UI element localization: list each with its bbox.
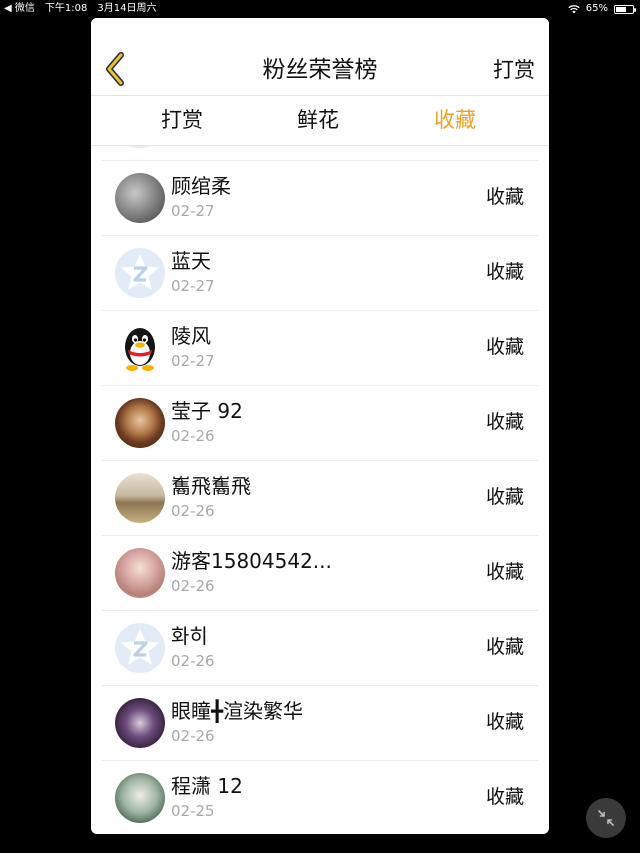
fan-honor-card: 粉丝荣誉榜 打赏 打赏 鲜花 收藏 02-27 顾绾柔 02-27 收藏 蓝天 [91,18,549,834]
item-action: 收藏 [485,786,524,808]
item-action: 收藏 [485,411,524,433]
status-time: 下午1:08 [44,3,88,14]
item-action: 收藏 [485,636,524,658]
list-item[interactable]: 程潇 12 02-25 收藏 [102,761,538,834]
item-action: 收藏 [485,486,524,508]
item-date: 02-27 [171,352,215,370]
item-date: 02-26 [171,652,215,670]
page-title: 粉丝荣誉榜 [262,57,378,83]
collapse-arrows-icon [598,810,614,826]
item-date: 02-27 [171,277,215,295]
minimize-floating-button[interactable] [586,798,626,838]
list-item[interactable]: 雟飛雟飛 02-26 收藏 [102,461,538,536]
item-date: 02-26 [171,502,215,520]
item-date: 02-26 [171,577,215,595]
item-name: 雟飛雟飛 [171,474,251,498]
list-item[interactable]: 蓝天 02-27 收藏 [102,236,538,311]
status-bar: ◀ 微信 下午1:08 3月14日周六 65% [0,0,640,18]
fan-list[interactable]: 02-27 顾绾柔 02-27 收藏 蓝天 02-27 收藏 [91,146,549,834]
list-item[interactable]: 陵风 02-27 收藏 [102,311,538,386]
item-date: 02-26 [171,727,215,745]
tab-bar: 打赏 鲜花 收藏 [91,96,549,146]
list-item[interactable]: 화히 02-26 收藏 [102,611,538,686]
item-name: 陵风 [171,324,211,348]
item-action: 收藏 [485,261,524,283]
back-to-app-link[interactable]: ◀ 微信 [4,0,35,18]
item-name: 顾绾柔 [171,174,231,198]
item-date: 02-26 [171,427,215,445]
avatar [115,623,165,673]
item-name: 程潇 12 [171,774,243,798]
tab-reward[interactable]: 打赏 [161,106,203,134]
item-date: 02-27 [171,202,215,220]
tab-flowers[interactable]: 鲜花 [297,106,339,134]
item-action: 收藏 [485,711,524,733]
avatar [115,323,165,373]
default-avatar-icon [121,254,159,290]
item-action: 收藏 [485,336,524,358]
back-app-name: 微信 [14,3,35,14]
wifi-icon [568,5,580,14]
list-item[interactable]: 莹子 92 02-26 收藏 [102,386,538,461]
avatar [115,173,165,223]
avatar [115,248,165,298]
item-name: 莹子 92 [171,399,243,423]
item-name: 眼瞳╋渲染繁华 [171,699,304,723]
status-right: 65% [568,0,636,18]
list-item[interactable]: 游客15804542... 02-26 收藏 [102,536,538,611]
list-item[interactable]: 顾绾柔 02-27 收藏 [102,161,538,236]
reward-button[interactable]: 打赏 [493,54,535,86]
avatar [115,698,165,748]
battery-icon [614,4,636,14]
item-date: 02-25 [171,802,215,820]
item-name: 游客15804542... [171,549,332,573]
battery-percent: 65% [585,3,608,14]
avatar [115,473,165,523]
status-date: 3月14日周六 [97,3,157,14]
tab-favorites[interactable]: 收藏 [434,106,476,134]
avatar [115,548,165,598]
avatar [115,398,165,448]
navigation-bar: 粉丝荣誉榜 打赏 [91,18,549,96]
item-action: 收藏 [485,561,524,583]
avatar [115,773,165,823]
list-item[interactable]: 眼瞳╋渲染繁华 02-26 收藏 [102,686,538,761]
list-item-partial[interactable]: 02-27 [102,146,538,161]
avatar [115,146,165,148]
item-name: 蓝天 [171,249,211,273]
back-arrow-icon: ◀ [4,3,12,14]
item-action: 收藏 [485,186,524,208]
status-left: ◀ 微信 下午1:08 3月14日周六 [4,0,156,18]
item-name: 화히 [171,624,208,648]
default-avatar-icon [121,629,159,665]
penguin-icon [125,328,155,371]
